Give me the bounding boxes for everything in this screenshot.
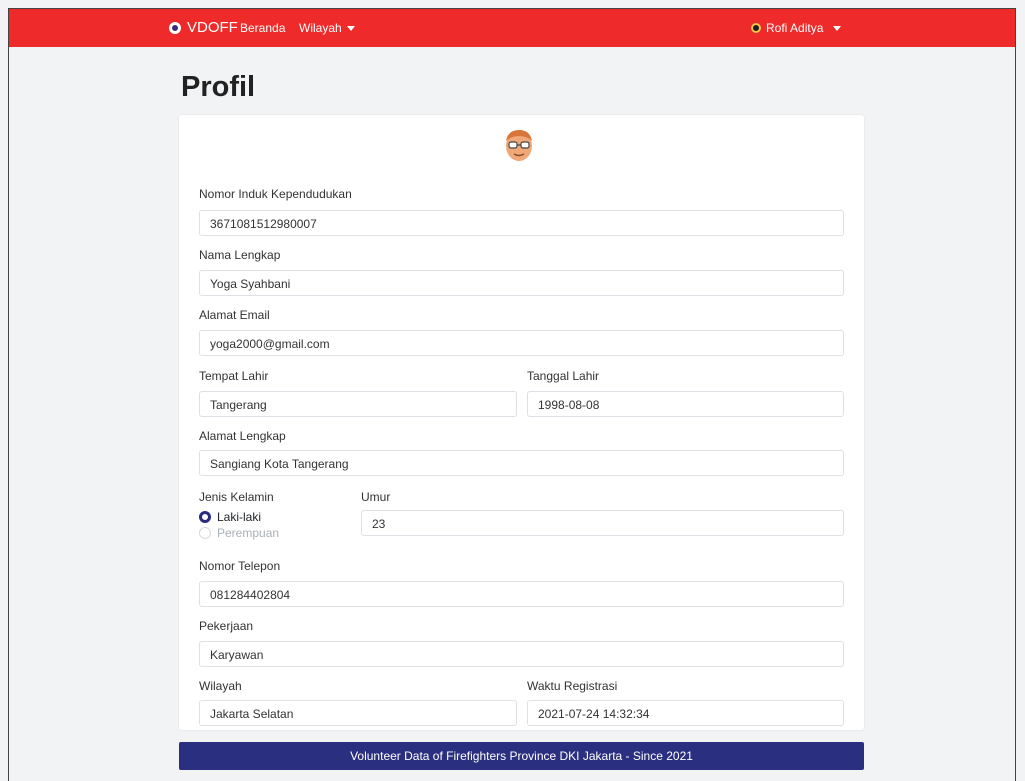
wilayah-field[interactable]: Jakarta Selatan <box>199 700 517 726</box>
tanggal-lahir-label: Tanggal Lahir <box>527 369 600 383</box>
umur-field[interactable]: 23 <box>361 510 844 536</box>
radio-checked-icon <box>199 511 211 523</box>
footer: Volunteer Data of Firefighters Province … <box>179 742 864 770</box>
caret-down-icon <box>346 26 355 32</box>
wilayah-label: Wilayah <box>199 679 242 693</box>
brand[interactable]: VDOFF <box>169 19 238 36</box>
pekerjaan-label: Pekerjaan <box>199 619 254 633</box>
nav-link-beranda[interactable]: Beranda <box>240 21 285 35</box>
radio-unchecked-icon <box>199 527 211 539</box>
nama-field[interactable]: Yoga Syahbani <box>199 270 844 296</box>
radio-perempuan[interactable]: Perempuan <box>199 526 279 540</box>
user-icon <box>751 23 761 33</box>
jenis-kelamin-label: Jenis Kelamin <box>199 490 274 504</box>
email-field[interactable]: yoga2000@gmail.com <box>199 330 844 356</box>
nik-label: Nomor Induk Kependudukan <box>199 187 352 201</box>
radio-laki-laki[interactable]: Laki-laki <box>199 510 261 524</box>
waktu-registrasi-label: Waktu Registrasi <box>527 679 618 693</box>
tempat-lahir-field[interactable]: Tangerang <box>199 391 517 417</box>
pekerjaan-field[interactable]: Karyawan <box>199 641 844 667</box>
waktu-registrasi-field[interactable]: 2021-07-24 14:32:34 <box>527 700 844 726</box>
avatar <box>506 130 532 161</box>
radio-label: Perempuan <box>217 526 280 540</box>
nav-link-wilayah-label: Wilayah <box>299 21 342 35</box>
user-name: Rofi Aditya <box>766 21 824 35</box>
profile-card: Nomor Induk Kependudukan 367108151298000… <box>179 115 864 730</box>
alamat-field[interactable]: Sangiang Kota Tangerang <box>199 450 844 476</box>
page-title: Profil <box>181 71 256 103</box>
nik-field[interactable]: 3671081512980007 <box>199 210 844 236</box>
brand-logo-icon <box>169 21 181 34</box>
telepon-label: Nomor Telepon <box>199 559 281 573</box>
nama-label: Nama Lengkap <box>199 248 281 262</box>
browser-frame: VDOFF Beranda Wilayah Rofi Aditya Profil… <box>8 8 1016 781</box>
telepon-field[interactable]: 081284402804 <box>199 581 844 607</box>
radio-label: Laki-laki <box>217 510 262 524</box>
brand-name: VDOFF <box>187 19 238 36</box>
umur-label: Umur <box>361 490 391 504</box>
user-menu[interactable]: Rofi Aditya <box>751 21 842 35</box>
navbar: VDOFF Beranda Wilayah Rofi Aditya <box>9 9 1015 47</box>
alamat-label: Alamat Lengkap <box>199 429 286 443</box>
tempat-lahir-label: Tempat Lahir <box>199 369 269 383</box>
nav-dropdown-wilayah[interactable]: Wilayah <box>299 21 355 35</box>
caret-down-icon <box>833 25 842 31</box>
email-label: Alamat Email <box>199 308 270 322</box>
tanggal-lahir-field[interactable]: 1998-08-08 <box>527 391 844 417</box>
